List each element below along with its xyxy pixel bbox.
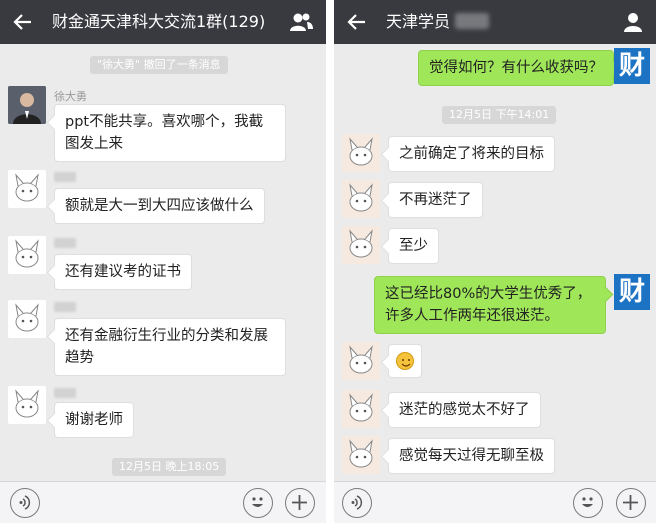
avatar[interactable] <box>342 180 380 218</box>
message-bubble[interactable]: 迷茫的感觉太不好了 <box>388 392 541 428</box>
input-bar <box>334 481 656 523</box>
avatar[interactable] <box>342 390 380 428</box>
cartoon-avatar-icon <box>8 300 46 338</box>
message-bubble[interactable]: 额就是大一到大四应该做什么 <box>54 188 265 224</box>
emoji-icon <box>582 497 593 507</box>
person-photo-icon <box>8 86 46 124</box>
back-arrow-icon[interactable] <box>346 11 368 33</box>
cartoon-avatar-icon <box>342 390 380 428</box>
cartoon-avatar-icon <box>342 226 380 264</box>
blurred-nickname <box>54 238 76 248</box>
avatar[interactable] <box>342 226 380 264</box>
private-chat-pane: 天津学员 觉得如何？有什么收获吗？ 财 12月5日 下午14:01 之前确定了将… <box>334 0 656 523</box>
message-bubble[interactable]: ppt不能共享。喜欢哪个，我截图发上来 <box>54 104 286 162</box>
sender-name: 徐大勇 <box>54 90 87 103</box>
voice-button[interactable] <box>10 488 40 518</box>
input-bar <box>0 481 326 523</box>
person-icon[interactable] <box>620 11 646 33</box>
message-bubble[interactable]: 不再迷茫了 <box>388 182 483 218</box>
more-button[interactable] <box>616 488 646 518</box>
avatar-brand[interactable]: 财 <box>614 274 650 310</box>
group-icon[interactable] <box>288 11 314 33</box>
more-button[interactable] <box>285 488 315 518</box>
avatar[interactable] <box>8 300 46 338</box>
blurred-nickname <box>54 388 76 398</box>
chat-titlebar: 天津学员 <box>334 0 656 44</box>
emoji-button[interactable] <box>573 488 603 518</box>
voice-icon <box>19 495 31 510</box>
emoji-icon <box>252 497 263 507</box>
cartoon-avatar-icon <box>342 180 380 218</box>
cartoon-avatar-icon <box>342 342 380 380</box>
message-bubble[interactable]: 还有金融衍生行业的分类和发展趋势 <box>54 318 286 376</box>
blurred-name <box>455 13 489 29</box>
message-bubble[interactable]: 谢谢老师 <box>54 402 134 438</box>
cartoon-avatar-icon <box>8 236 46 274</box>
message-bubble[interactable]: 还有建议考的证书 <box>54 254 192 290</box>
message-bubble[interactable]: 至少 <box>388 228 439 264</box>
group-chat-pane: 财金通天津科大交流1群(129) "徐大勇" 撤回了一条消息 徐大勇 ppt不能… <box>0 0 326 523</box>
avatar[interactable] <box>8 386 46 424</box>
cartoon-avatar-icon <box>342 436 380 474</box>
message-bubble-outgoing[interactable]: 这已经比80%的大学生优秀了，许多人工作两年还很迷茫。 <box>374 276 606 334</box>
chat-title: 财金通天津科大交流1群(129) <box>52 12 266 31</box>
cartoon-avatar-icon <box>8 386 46 424</box>
avatar-brand[interactable]: 财 <box>614 48 650 84</box>
plus-icon <box>292 495 307 510</box>
timestamp: 12月5日 下午14:01 <box>442 106 557 124</box>
message-bubble-emoji[interactable] <box>388 344 422 378</box>
avatar[interactable] <box>8 236 46 274</box>
back-arrow-icon[interactable] <box>12 11 34 33</box>
voice-icon <box>351 495 363 510</box>
message-bubble-outgoing[interactable]: 觉得如何？有什么收获吗？ <box>418 50 614 86</box>
emoji-button[interactable] <box>243 488 273 518</box>
message-bubble[interactable]: 感觉每天过得无聊至极 <box>388 438 555 474</box>
avatar[interactable] <box>342 342 380 380</box>
cartoon-avatar-icon <box>8 170 46 208</box>
avatar[interactable] <box>342 134 380 172</box>
avatar[interactable] <box>342 436 380 474</box>
avatar[interactable] <box>8 170 46 208</box>
chat-title: 天津学员 <box>386 12 451 31</box>
blurred-nickname <box>54 302 76 312</box>
smile-emoji-icon <box>396 352 414 370</box>
blurred-nickname <box>54 172 76 182</box>
avatar[interactable] <box>8 86 46 124</box>
recall-notice: "徐大勇" 撤回了一条消息 <box>90 56 228 74</box>
message-bubble[interactable]: 之前确定了将来的目标 <box>388 136 555 172</box>
chat-titlebar: 财金通天津科大交流1群(129) <box>0 0 326 44</box>
cartoon-avatar-icon <box>342 134 380 172</box>
voice-button[interactable] <box>342 488 372 518</box>
plus-icon <box>623 495 638 510</box>
timestamp: 12月5日 晚上18:05 <box>112 458 227 476</box>
